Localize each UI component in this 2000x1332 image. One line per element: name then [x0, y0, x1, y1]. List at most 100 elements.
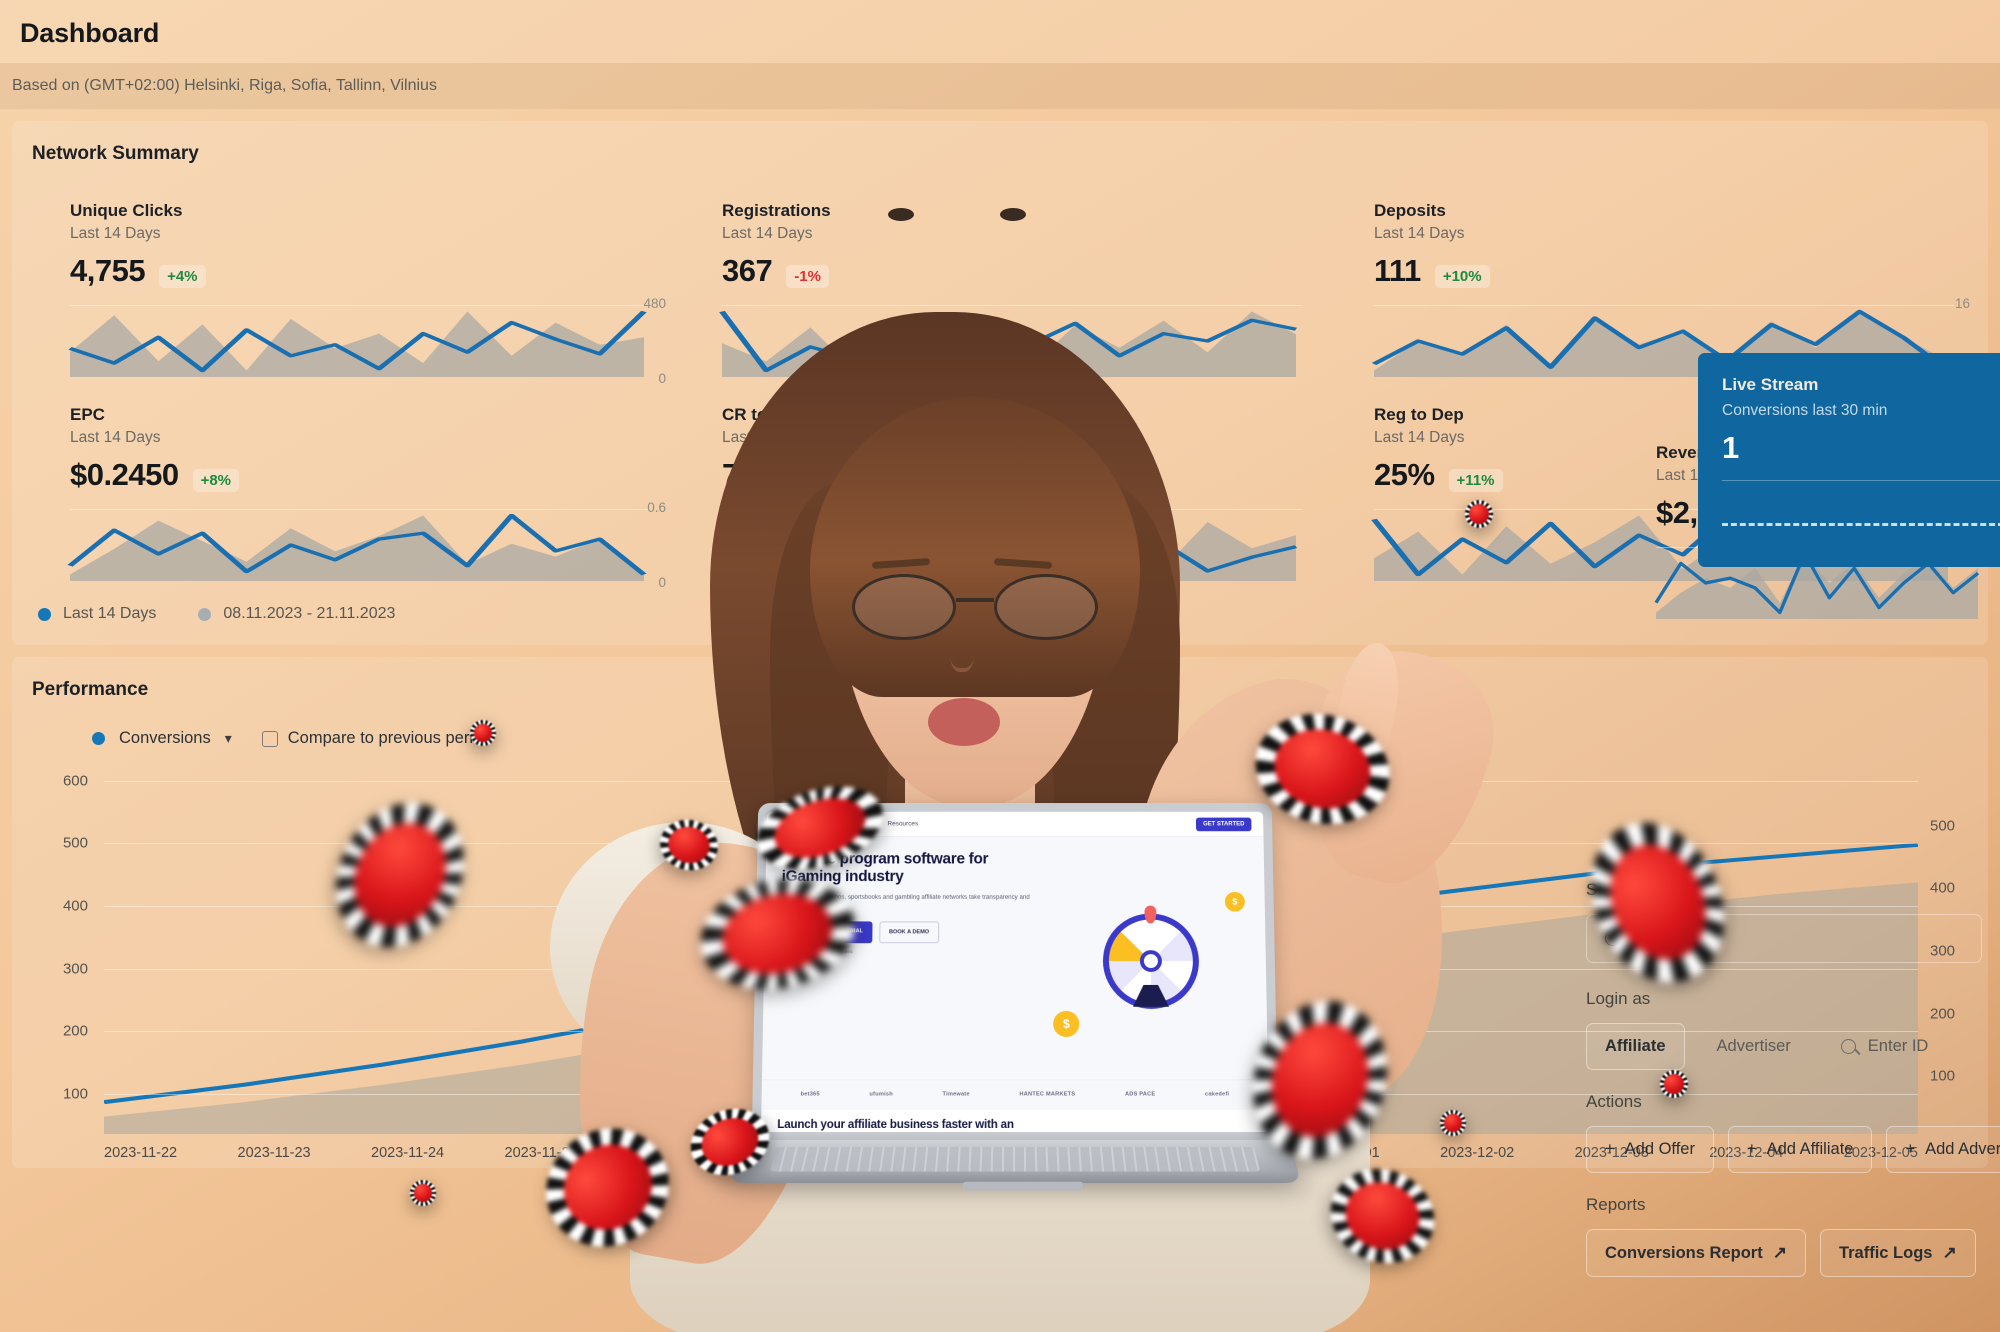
page-title: Dashboard [20, 18, 160, 48]
live-stream-divider [1722, 480, 2000, 481]
add-advertiser-button[interactable]: + Add Advertiser [1886, 1126, 2000, 1173]
add-offer-button[interactable]: + Add Offer [1586, 1126, 1714, 1173]
login-as-id-input[interactable]: Enter ID [1823, 1023, 1947, 1070]
x-tick: 2023-12-02 [1440, 1145, 1515, 1161]
timezone-note: Based on (GMT+02:00) Helsinki, Riga, Sof… [0, 63, 2000, 109]
y-tick-left: 300 [62, 960, 88, 978]
x-tick: 2023-11-30 [1172, 1145, 1246, 1161]
tab-label: Affiliate [1605, 1037, 1666, 1055]
traffic-logs-button[interactable]: Traffic Logs ↗ [1819, 1229, 1976, 1277]
x-tick: 2023-11-23 [237, 1145, 311, 1161]
kpi-registrations[interactable]: Registrations Last 14 Days 367 -1% [674, 179, 1326, 383]
kpi-unique-clicks[interactable]: Unique Clicks Last 14 Days 4,755 +4% 480… [22, 179, 674, 386]
live-stream-title: Live Stream [1722, 375, 1819, 394]
legend-dot-icon [198, 607, 212, 621]
login-as-tab-advertiser[interactable]: Advertiser [1699, 1023, 1809, 1070]
button-label: Conversions Report [1605, 1243, 1763, 1262]
spark-axis-min: 0 [658, 575, 666, 590]
legend-item-previous[interactable]: 08.11.2023 - 21.11.2023 [198, 605, 395, 623]
shortcuts-heading: Shortcuts [1586, 880, 1658, 899]
kpi-label: Unique Clicks [70, 201, 183, 220]
search-placeholder: Enter ID [1867, 1037, 1929, 1055]
x-tick: 2023-11-25 [504, 1145, 578, 1161]
reports-heading: Reports [1586, 1195, 1646, 1214]
kpi-period: Last 14 Days [70, 225, 161, 242]
kpi-period: Last 14 Days [70, 429, 161, 446]
search-icon [1605, 931, 1620, 946]
tab-label: Advertiser [1716, 1037, 1791, 1055]
add-affiliate-button[interactable]: + Add Affiliate [1727, 1126, 1873, 1173]
kpi-value: 25% [1374, 457, 1435, 492]
network-summary-card: Network Summary Unique Clicks Last 14 Da… [12, 121, 2000, 645]
performance-title: Performance [32, 679, 149, 700]
live-stream-dashed-line [1722, 523, 2000, 526]
dashboard-background: Dashboard Based on (GMT+02:00) Helsinki,… [0, 0, 2000, 1332]
x-tick: 2023-11-26 [638, 1145, 712, 1161]
button-label: Add Offer [1624, 1140, 1695, 1158]
sparkline-registrations [719, 305, 1302, 377]
kpi-epc[interactable]: EPC Last 14 Days $0.2450 +8% 0.6 0 [22, 383, 674, 590]
x-tick: 2023-12-01 [1305, 1145, 1380, 1161]
external-link-icon: ↗ [1772, 1243, 1787, 1262]
compare-previous-period-toggle[interactable]: Compare to previous period [261, 729, 492, 748]
button-label: Add Affiliate [1766, 1140, 1854, 1158]
actions-heading: Actions [1586, 1092, 1642, 1111]
y-tick-left: 100 [62, 1085, 88, 1103]
search-icon [1840, 1039, 1856, 1054]
login-as-section: Login as Affiliate Advertiser Enter ID [1548, 989, 1982, 1070]
metric-select[interactable]: Conversions ▾ [92, 729, 232, 748]
kpi-delta: +10% [1434, 265, 1490, 288]
chevron-down-icon: ▾ [224, 730, 232, 746]
y-tick-left: 400 [62, 897, 88, 915]
kpi-delta: -5% [821, 469, 865, 492]
plus-icon: + [1605, 1140, 1615, 1158]
kpi-delta: +8% [192, 469, 240, 492]
button-label: Add Advertiser [1925, 1140, 2000, 1158]
kpi-value: 367 [722, 253, 773, 288]
grid-line [104, 780, 1918, 782]
login-as-tab-affiliate[interactable]: Affiliate [1586, 1023, 1685, 1070]
checkbox-icon [261, 730, 278, 747]
live-stream-subtitle: Conversions last 30 min [1722, 402, 1888, 419]
y-tick-right: 500 [1930, 817, 1956, 835]
kpi-value: 4,755 [70, 253, 146, 288]
compare-label: Compare to previous period [287, 729, 492, 747]
kpi-value: 7.72% [722, 457, 808, 492]
spark-axis-max: 480 [643, 296, 666, 311]
page-header: Dashboard [0, 0, 2000, 63]
plus-icon: + [1746, 1140, 1757, 1158]
reports-section: Reports Conversions Report ↗ Traffic Log… [1548, 1195, 1982, 1277]
network-summary-title: Network Summary [32, 143, 199, 164]
x-tick: 2023-11-29 [1038, 1145, 1112, 1161]
legend-label: 08.11.2023 - 21.11.2023 [223, 605, 396, 622]
kpi-cr-to-reg[interactable]: CR to Reg Last 14 Days 7.72% -5% [674, 383, 1326, 587]
y-axis-left: 600 500 400 300 200 100 [38, 758, 98, 1134]
y-tick-left: 500 [62, 834, 88, 852]
spark-axis-max: 0.6 [647, 500, 666, 515]
x-tick: 2023-11-24 [371, 1145, 445, 1161]
actions-section: Actions + Add Offer + Add Affiliate + Ad… [1548, 1092, 2000, 1173]
kpi-period: Last 14 Days [722, 225, 813, 242]
plus-icon: + [1905, 1140, 1916, 1158]
x-tick: 2023-11-22 [104, 1145, 178, 1161]
legend-item-current[interactable]: Last 14 Days [38, 605, 156, 623]
y-tick-left: 600 [62, 772, 88, 790]
spark-axis-max: 16 [1954, 296, 1970, 311]
kpi-value: 111 [1374, 253, 1421, 288]
kpi-period: Last 14 Days [1374, 225, 1465, 242]
conversions-report-button[interactable]: Conversions Report ↗ [1586, 1229, 1806, 1277]
metric-dot-icon [92, 732, 105, 745]
legend-dot-icon [38, 607, 51, 621]
performance-controls: Conversions ▾ Compare to previous period [12, 707, 1988, 752]
kpi-label: Registrations [722, 201, 831, 220]
shortcut-search-input[interactable]: Enter ID [1586, 914, 1982, 963]
live-stream-panel[interactable]: Live Stream Conversions last 30 min 1 [1698, 353, 2000, 567]
kpi-delta: +11% [1448, 469, 1503, 492]
x-tick: 2023-11-27 [771, 1145, 845, 1161]
kpi-period: Last 14 Days [722, 429, 813, 446]
button-label: Traffic Logs [1838, 1243, 1933, 1262]
kpi-label: Deposits [1374, 201, 1446, 220]
sparkline-cr-to-reg [719, 509, 1302, 581]
search-placeholder: Enter ID [1632, 929, 1693, 947]
x-tick: 2023-11-28 [905, 1145, 979, 1161]
